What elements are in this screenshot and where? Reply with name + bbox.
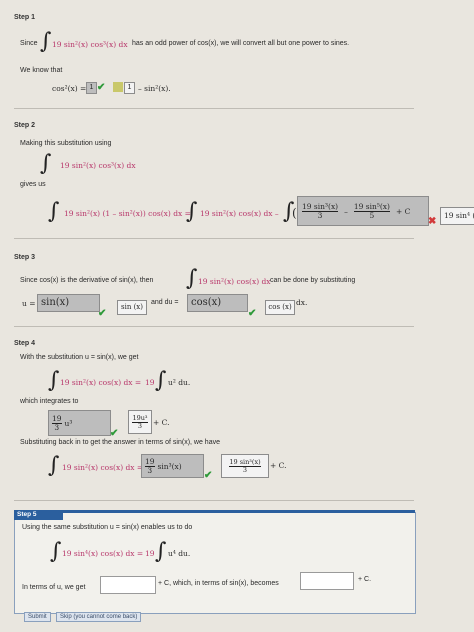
step2-plus-c: + C [395, 206, 411, 216]
step4-back-num: 19 [145, 457, 155, 466]
step4-with-sub: With the substitution u = sin(x), we get [20, 354, 139, 361]
answer-icon [113, 82, 123, 92]
step2-frac1-den: 3 [317, 210, 323, 220]
step3-label: Step 3 [14, 254, 36, 261]
answer-box-1: 1 [86, 82, 97, 94]
step4-back-var: sin³(x) [157, 461, 182, 471]
step4-label: Step 4 [14, 340, 36, 347]
step2-part1: 19 sin²(x) cos(x) dx – [200, 209, 279, 218]
step2-frac2: 19 sin⁵(x) 5 [353, 202, 390, 220]
step3-integrand: 19 sin²(x) cos(x) dx [198, 277, 271, 286]
step4-plus-c: + C. [153, 418, 170, 427]
step2-open-paren: ( [292, 206, 297, 220]
step4-back-small: 19 sin³(x) 3 [221, 454, 269, 478]
step2-expand: 19 sin²(x) (1 – sin²(x)) cos(x) dx = [64, 209, 191, 218]
divider [14, 326, 414, 327]
integral-icon: ∫ [50, 539, 62, 564]
step4-result-small: 19u³ 3 [128, 410, 152, 434]
integral-icon: ∫ [48, 368, 60, 393]
check-icon: ✔ [248, 308, 257, 319]
step3-dx: dx. [296, 298, 308, 307]
step4-integrand: 19 sin²(x) cos(x) dx = [60, 378, 142, 387]
step2-integrand: 19 sin²(x) cos³(x) dx [60, 161, 136, 170]
integral-icon: ∫ [40, 29, 52, 54]
divider [14, 108, 414, 109]
step5-u-input[interactable] [100, 576, 156, 594]
integral-icon: ∫ [186, 199, 198, 224]
step4-sub-back: Substituting back in to get the answer i… [20, 439, 220, 446]
check-icon: ✔ [110, 428, 119, 439]
step3-tail: can be done by substituting [270, 277, 356, 284]
step4-back2-den: 3 [242, 465, 248, 474]
integral-icon: ∫ [186, 266, 198, 291]
step4-back-den: 3 [147, 465, 153, 475]
submit-button[interactable]: Submit [24, 612, 51, 622]
step2-frac1-num: 19 sin³(x) [302, 202, 339, 211]
check-icon: ✔ [204, 470, 213, 481]
step2-gives: gives us [20, 181, 46, 188]
step1-identity-rhs: – sin²(x). [138, 84, 171, 93]
step4-res-num: 19 [52, 414, 62, 423]
step4-result-frac: 19 3 [52, 415, 62, 431]
step4-res-var: u³ [64, 418, 73, 428]
step5-integrand: 19 sin⁴(x) cos(x) dx = [62, 549, 144, 558]
step5-intro: Using the same substitution u = sin(x) e… [22, 524, 193, 531]
step3-du-label: and du = [151, 299, 179, 306]
step3-du-answer-small: cos (x) [265, 300, 295, 315]
step2-frac2-den: 5 [369, 210, 375, 220]
step5-plus-c: + C. [358, 576, 372, 583]
step4-back-small-frac: 19 sin³(x) 3 [229, 459, 261, 474]
step2-overflow-box: 19 sin⁴ ( [440, 207, 474, 225]
check-icon: ✔ [97, 82, 106, 93]
step5-coef: 19 [145, 549, 155, 558]
divider [14, 238, 414, 239]
step2-answer-box: 19 sin³(x) 3 – 19 sin⁵(x) 5 + C [297, 196, 429, 226]
step4-result-small-frac: 19u³ 3 [132, 415, 148, 430]
integral-icon: ∫ [48, 199, 60, 224]
step1-odd-note: has an odd power of cos(x), we will conv… [132, 40, 350, 47]
step1-label: Step 1 [14, 14, 36, 21]
check-icon: ✔ [98, 308, 107, 319]
step4-plus-c2: + C. [270, 461, 287, 470]
step2-minus: – [344, 206, 348, 216]
step4-res-den: 3 [54, 422, 60, 432]
step5-sin-input[interactable] [300, 572, 354, 590]
step3-du-answer: cos(x) [187, 294, 248, 312]
step3-u-answer-small: sin (x) [117, 300, 147, 315]
step5-in-terms-u: In terms of u, we get [22, 584, 86, 591]
step5-u-part: u⁴ du. [168, 549, 191, 558]
step4-back-box: 19 3 sin³(x) [141, 454, 204, 478]
integral-icon: ∫ [155, 368, 167, 393]
integral-icon: ∫ [155, 539, 167, 564]
step1-integrand: 19 sin²(x) cos³(x) dx [52, 40, 128, 49]
step4-u-part: u² du. [168, 378, 191, 387]
step3-u-answer: sin(x) [37, 294, 100, 312]
step1-we-know: We know that [20, 67, 63, 74]
divider [14, 500, 414, 501]
step4-integrand2: 19 sin²(x) cos(x) dx = [62, 463, 144, 472]
step2-frac1: 19 sin³(x) 3 [302, 202, 339, 220]
step1-since: Since [20, 40, 38, 47]
step4-back-frac: 19 3 [145, 458, 155, 474]
step1-identity-lhs: cos²(x) = [52, 84, 87, 93]
step4-integrates: which integrates to [20, 398, 79, 405]
step2-label: Step 2 [14, 122, 36, 129]
step3-since: Since cos(x) is the derivative of sin(x)… [20, 277, 154, 284]
step2-frac2-num: 19 sin⁵(x) [353, 202, 390, 211]
step5-label: Step 5 [14, 510, 63, 520]
step5-header-bar [60, 510, 415, 513]
skip-button[interactable]: Skip (you cannot come back) [56, 612, 142, 622]
answer-box-1b: 1 [124, 82, 135, 94]
step4-coef: 19 [145, 378, 155, 387]
step2-intro: Making this substitution using [20, 140, 112, 147]
step5-plus-c-which: + C, which, in terms of sin(x), becomes [158, 580, 279, 587]
integral-icon: ∫ [40, 151, 52, 176]
step3-u-eq: u = [22, 299, 36, 308]
step4-res2-den: 3 [137, 421, 143, 430]
integral-icon: ∫ [48, 453, 60, 478]
step4-result-box: 19 3 u³ [48, 410, 111, 436]
cross-icon: ✖ [428, 216, 437, 227]
